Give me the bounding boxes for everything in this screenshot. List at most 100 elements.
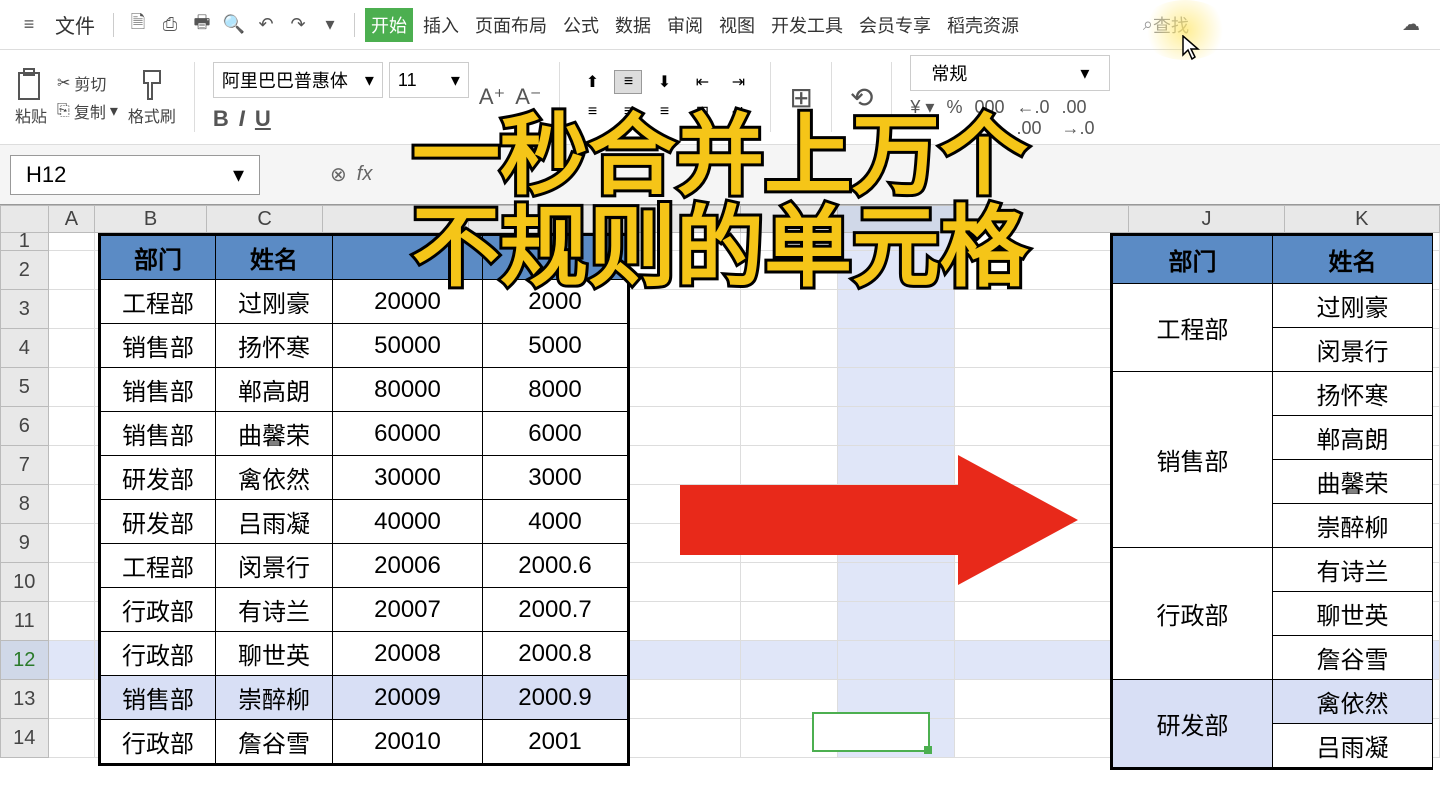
align-top-icon[interactable]: ⬆ bbox=[578, 70, 606, 94]
cell[interactable] bbox=[955, 641, 1130, 680]
cell[interactable] bbox=[49, 602, 96, 641]
save-icon[interactable]: 🗎 bbox=[124, 11, 152, 39]
cell[interactable] bbox=[49, 563, 96, 602]
tab-dev[interactable]: 开发工具 bbox=[765, 8, 849, 42]
cell[interactable] bbox=[955, 368, 1130, 407]
col-header-k[interactable]: K bbox=[1285, 205, 1440, 233]
wrap-text-button[interactable]: ⟲ bbox=[850, 81, 873, 114]
row-header[interactable]: 3 bbox=[0, 290, 49, 329]
search-box[interactable]: ⌕ 查找 bbox=[1143, 12, 1189, 38]
cell[interactable] bbox=[955, 407, 1130, 446]
cell[interactable] bbox=[838, 524, 955, 563]
cell[interactable] bbox=[955, 290, 1130, 329]
cell[interactable] bbox=[955, 680, 1130, 719]
increase-font-icon[interactable]: A⁺ bbox=[479, 84, 505, 110]
cell[interactable] bbox=[955, 602, 1130, 641]
cell[interactable] bbox=[49, 446, 96, 485]
cell[interactable] bbox=[741, 251, 838, 290]
merge-cells-button[interactable]: ⊞ bbox=[789, 81, 812, 114]
percent-icon[interactable]: % bbox=[946, 97, 962, 139]
cell[interactable] bbox=[49, 368, 96, 407]
cell[interactable] bbox=[741, 641, 838, 680]
increase-indent-icon[interactable]: ⇥ bbox=[724, 70, 752, 94]
cell[interactable] bbox=[838, 233, 955, 251]
dropdown-icon[interactable]: ▾ bbox=[316, 11, 344, 39]
cell[interactable] bbox=[741, 368, 838, 407]
cell[interactable] bbox=[49, 641, 96, 680]
cell[interactable] bbox=[741, 407, 838, 446]
cell[interactable] bbox=[741, 563, 838, 602]
cell[interactable] bbox=[741, 329, 838, 368]
wrap-icon[interactable]: ↵ bbox=[724, 100, 752, 124]
align-right-icon[interactable]: ≡ bbox=[650, 100, 678, 124]
cell[interactable] bbox=[741, 290, 838, 329]
tab-view[interactable]: 视图 bbox=[713, 8, 761, 42]
cell[interactable] bbox=[838, 485, 955, 524]
tab-member[interactable]: 会员专享 bbox=[853, 8, 937, 42]
row-header[interactable]: 13 bbox=[0, 680, 49, 719]
row-header[interactable]: 12 bbox=[0, 641, 49, 680]
decrease-decimal-icon[interactable]: .00→.0 bbox=[1062, 97, 1095, 139]
cell[interactable] bbox=[49, 290, 96, 329]
col-header-g[interactable] bbox=[741, 205, 838, 233]
row-header[interactable]: 9 bbox=[0, 524, 49, 563]
print-icon[interactable]: 🖶 bbox=[188, 11, 216, 39]
cell[interactable] bbox=[49, 719, 96, 758]
font-select[interactable]: 阿里巴巴普惠体▾ bbox=[213, 62, 383, 98]
row-header[interactable]: 5 bbox=[0, 368, 49, 407]
cell[interactable] bbox=[955, 719, 1130, 758]
name-box[interactable]: H12 ▾ bbox=[10, 155, 260, 195]
row-header[interactable]: 14 bbox=[0, 719, 49, 758]
tab-data[interactable]: 数据 bbox=[609, 8, 657, 42]
cell[interactable] bbox=[741, 602, 838, 641]
row-header[interactable]: 6 bbox=[0, 407, 49, 446]
row-header[interactable]: 7 bbox=[0, 446, 49, 485]
cancel-icon[interactable]: ⊗ bbox=[330, 162, 347, 187]
redo-icon[interactable]: ↷ bbox=[284, 11, 312, 39]
cell[interactable] bbox=[49, 485, 96, 524]
cell[interactable] bbox=[838, 641, 955, 680]
cell[interactable] bbox=[838, 368, 955, 407]
cell[interactable] bbox=[955, 524, 1130, 563]
italic-button[interactable]: I bbox=[239, 106, 245, 132]
align-center-icon[interactable]: ≡ bbox=[614, 100, 642, 124]
cell[interactable] bbox=[838, 563, 955, 602]
cell[interactable] bbox=[49, 407, 96, 446]
tab-insert[interactable]: 插入 bbox=[417, 8, 465, 42]
cell[interactable] bbox=[49, 233, 96, 251]
preview-icon[interactable]: 🔍 bbox=[220, 11, 248, 39]
row-header[interactable]: 8 bbox=[0, 485, 49, 524]
cell[interactable] bbox=[838, 446, 955, 485]
export-icon[interactable]: ⎙ bbox=[156, 11, 184, 39]
cut-button[interactable]: ✂ 剪切 bbox=[57, 71, 118, 95]
tab-formula[interactable]: 公式 bbox=[557, 8, 605, 42]
cell[interactable] bbox=[741, 233, 838, 251]
tab-review[interactable]: 审阅 bbox=[661, 8, 709, 42]
col-header-a[interactable]: A bbox=[49, 205, 96, 233]
cell[interactable] bbox=[741, 485, 838, 524]
align-bottom-icon[interactable]: ⬇ bbox=[650, 70, 678, 94]
increase-decimal-icon[interactable]: ←.0.00 bbox=[1017, 97, 1050, 139]
cell[interactable] bbox=[955, 251, 1130, 290]
row-header[interactable]: 10 bbox=[0, 563, 49, 602]
decrease-indent-icon[interactable]: ⇤ bbox=[688, 70, 716, 94]
align-left-icon[interactable]: ≡ bbox=[578, 100, 606, 124]
row-header[interactable]: 1 bbox=[0, 233, 49, 251]
col-header-c[interactable]: C bbox=[207, 205, 324, 233]
align-middle-icon[interactable]: ≡ bbox=[614, 70, 642, 94]
row-header[interactable]: 4 bbox=[0, 329, 49, 368]
format-painter-button[interactable]: 格式刷 bbox=[128, 67, 176, 127]
col-header-d[interactable] bbox=[323, 205, 469, 233]
cell[interactable] bbox=[955, 563, 1130, 602]
cell[interactable] bbox=[955, 485, 1130, 524]
cell[interactable] bbox=[955, 329, 1130, 368]
row-header[interactable]: 2 bbox=[0, 251, 49, 290]
col-header-i[interactable] bbox=[955, 205, 1130, 233]
paste-button[interactable]: 粘贴 bbox=[15, 67, 47, 127]
cloud-icon[interactable]: ☁ bbox=[1397, 11, 1425, 39]
number-format-select[interactable]: 常规▾ bbox=[910, 55, 1110, 91]
cell[interactable] bbox=[741, 446, 838, 485]
decrease-font-icon[interactable]: A⁻ bbox=[515, 84, 541, 110]
cell[interactable] bbox=[838, 251, 955, 290]
font-size-select[interactable]: 11▾ bbox=[389, 62, 469, 98]
